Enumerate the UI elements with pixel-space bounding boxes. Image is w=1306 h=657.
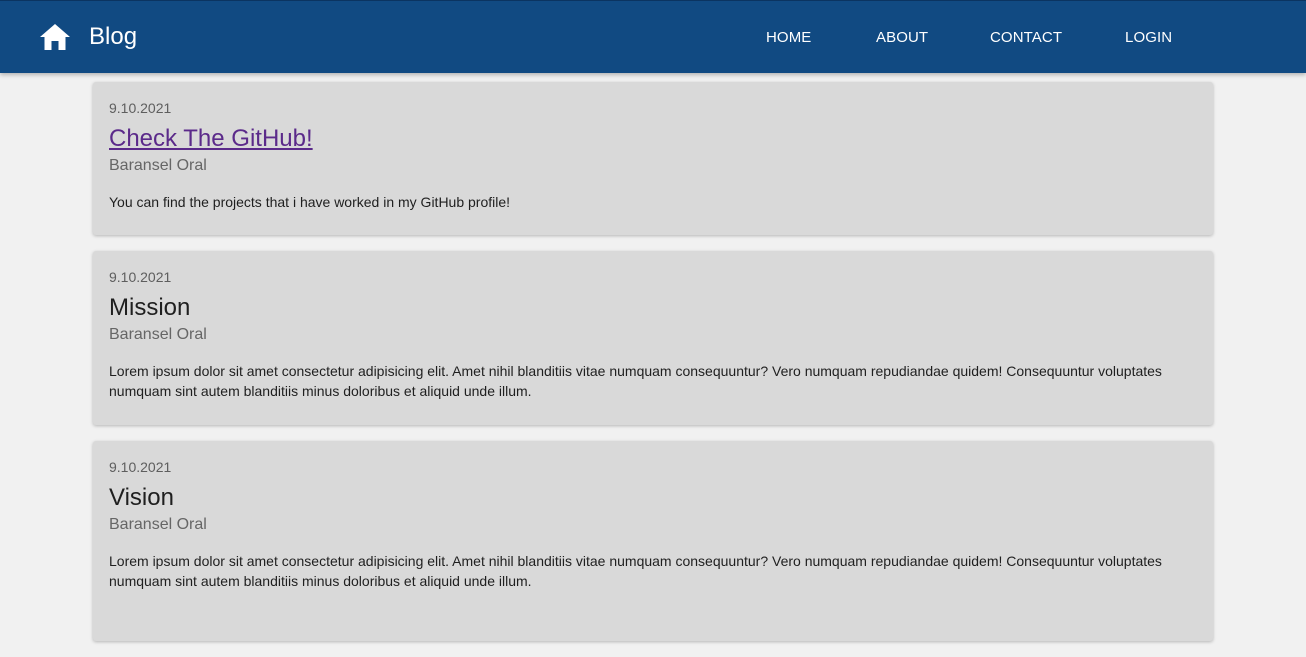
post-body: You can find the projects that i have wo… xyxy=(109,194,511,210)
post-date: 9.10.2021 xyxy=(109,100,172,116)
post-author: Baransel Oral xyxy=(109,157,207,174)
nav-about-link[interactable]: ABOUT xyxy=(876,28,928,48)
post-date: 9.10.2021 xyxy=(109,459,172,475)
post-feed: 9.10.2021 Check The GitHub! Baransel Ora… xyxy=(93,82,1213,657)
post-title: Mission xyxy=(109,294,191,321)
post-card: 9.10.2021 Vision Baransel Oral Lorem ips… xyxy=(93,441,1213,641)
main-nav: HOME ABOUT CONTACT LOGIN xyxy=(0,1,1306,74)
post-title-link[interactable]: Check The GitHub! xyxy=(109,124,313,154)
post-card: 9.10.2021 Mission Baransel Oral Lorem ip… xyxy=(93,251,1213,425)
nav-login-link[interactable]: LOGIN xyxy=(1125,28,1172,48)
post-card: 9.10.2021 Check The GitHub! Baransel Ora… xyxy=(93,82,1213,235)
nav-contact-link[interactable]: CONTACT xyxy=(990,28,1062,48)
nav-home-link[interactable]: HOME xyxy=(766,28,811,48)
post-title: Vision xyxy=(109,484,174,511)
post-author: Baransel Oral xyxy=(109,326,207,343)
post-date: 9.10.2021 xyxy=(109,269,172,285)
post-body: Lorem ipsum dolor sit amet consectetur a… xyxy=(109,363,1162,399)
app-bar: Blog HOME ABOUT CONTACT LOGIN xyxy=(0,0,1306,73)
post-author: Baransel Oral xyxy=(109,516,207,533)
post-body: Lorem ipsum dolor sit amet consectetur a… xyxy=(109,553,1162,589)
